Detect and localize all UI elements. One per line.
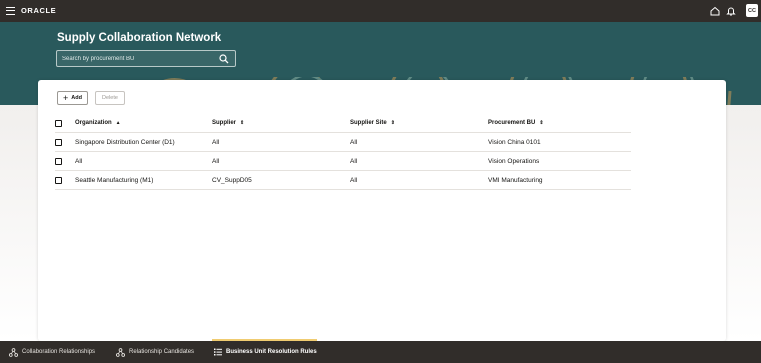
row-select-cell [55,171,65,189]
sort-icon[interactable]: ⇕ [539,120,543,126]
left-background [0,105,38,341]
supplier-cell: All [212,157,220,165]
list-rules-icon [214,348,222,356]
network-search-icon [116,347,125,357]
table-row[interactable]: All All All Vision Operations [55,152,631,171]
plus-icon: + [63,92,69,103]
supplier-cell: All [212,138,220,146]
tab-relationship-candidates[interactable]: Relationship Candidates [116,341,194,363]
sort-icon[interactable]: ⇕ [240,120,244,126]
supplier-site-cell: All [350,176,358,184]
top-bar: ORACLE CC [0,0,761,22]
hamburger-icon[interactable] [6,7,15,15]
add-button-label: Add [71,95,82,101]
bell-icon[interactable] [725,5,737,17]
procurement-bu-cell: VMI Manufacturing [488,176,543,184]
column-header-supplier-site[interactable]: Supplier Site ⇕ [350,114,395,132]
user-avatar[interactable]: CC [746,4,758,17]
right-background [726,105,761,341]
row-checkbox[interactable] [55,138,62,146]
supplier-cell: CV_SuppD05 [212,176,252,184]
row-checkbox[interactable] [55,157,62,165]
column-label: Organization [75,120,112,126]
add-button[interactable]: + Add [57,91,88,105]
row-select-cell [55,133,65,151]
rules-card: + Add Delete Organization ▲ Supplier ⇕ S… [38,80,726,341]
column-header-supplier[interactable]: Supplier ⇕ [212,114,244,132]
supplier-site-cell: All [350,138,358,146]
table-header: Organization ▲ Supplier ⇕ Supplier Site … [55,114,631,133]
search-icon[interactable] [219,54,229,64]
row-checkbox[interactable] [55,176,62,184]
table-row[interactable]: Seattle Manufacturing (M1) CV_SuppD05 Al… [55,171,631,190]
row-select-cell [55,152,65,170]
select-all-cell [55,114,65,132]
column-header-procurement-bu[interactable]: Procurement BU ⇕ [488,114,544,132]
rules-table: Organization ▲ Supplier ⇕ Supplier Site … [55,114,631,190]
delete-button-label: Delete [102,95,118,101]
column-header-organization[interactable]: Organization ▲ [75,114,121,132]
tab-label: Business Unit Resolution Rules [226,349,317,355]
sort-icon[interactable]: ⇕ [391,120,395,126]
tab-label: Relationship Candidates [129,349,195,355]
select-all-checkbox[interactable] [55,119,62,127]
network-icon [9,347,18,357]
column-label: Procurement BU [488,120,536,126]
tab-business-unit-resolution-rules[interactable]: Business Unit Resolution Rules [214,341,317,363]
home-icon[interactable] [709,5,721,17]
tab-collaboration-relationships[interactable]: Collaboration Relationships [9,341,95,363]
organization-cell: All [75,157,83,165]
organization-cell: Singapore Distribution Center (D1) [75,138,175,146]
organization-cell: Seattle Manufacturing (M1) [75,176,154,184]
oracle-logo: ORACLE [21,6,57,15]
procurement-bu-cell: Vision Operations [488,157,540,165]
table-row[interactable]: Singapore Distribution Center (D1) All A… [55,133,631,152]
supplier-site-cell: All [350,157,358,165]
column-label: Supplier [212,120,237,126]
page-title: Supply Collaboration Network [57,32,222,44]
bottom-navigation: Collaboration Relationships Relationship… [0,339,761,363]
delete-button[interactable]: Delete [95,91,125,105]
procurement-bu-cell: Vision China 0101 [488,138,541,146]
tab-label: Collaboration Relationships [22,349,96,355]
column-label: Supplier Site [350,120,387,126]
procurement-bu-search [56,50,236,67]
sort-ascending-icon[interactable]: ▲ [116,120,121,126]
search-input[interactable] [57,55,212,62]
